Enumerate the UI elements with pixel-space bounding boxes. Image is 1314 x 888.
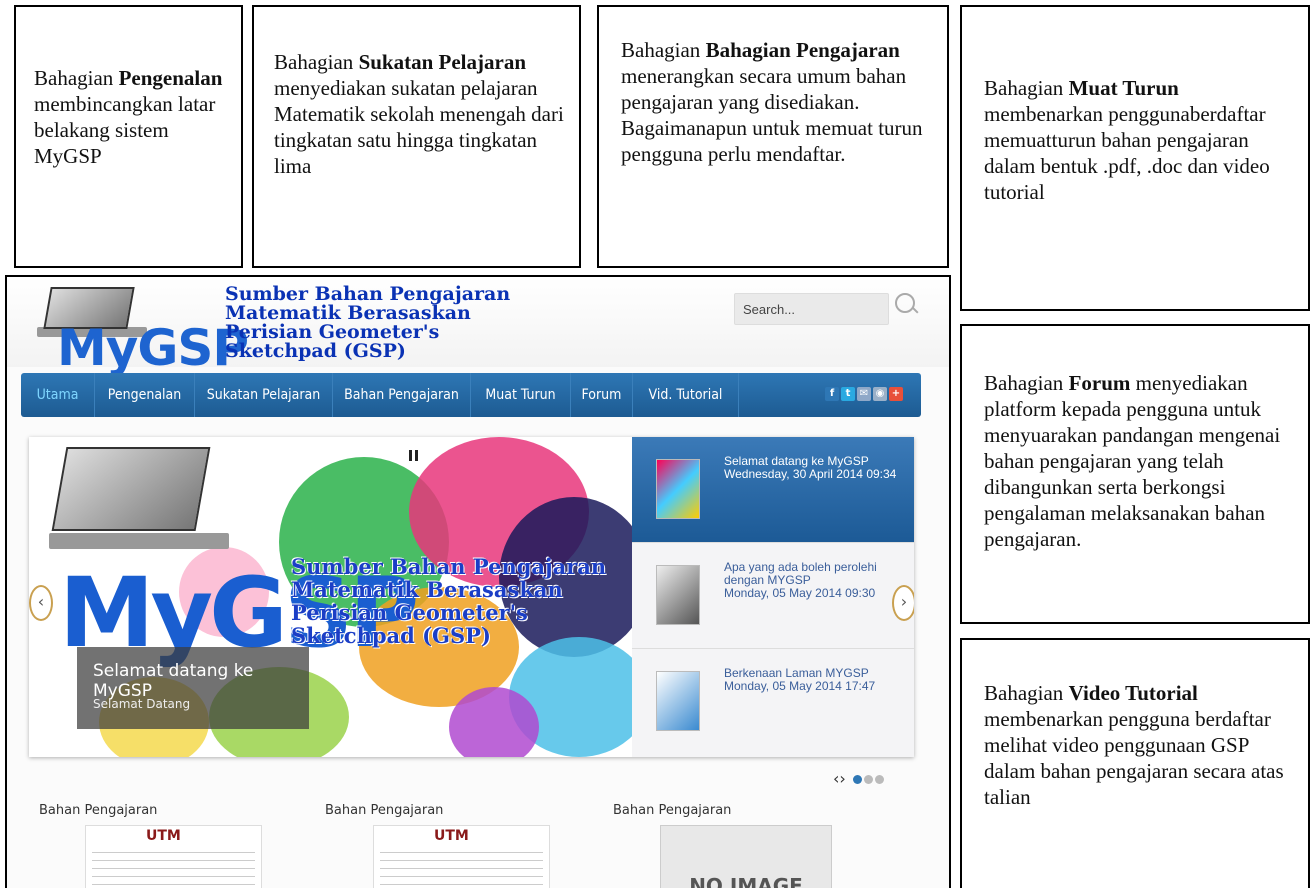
nav-muat-turun[interactable]: Muat Turun [471,373,571,417]
article-date: Monday, 05 May 2014 09:30 [724,586,876,600]
document-thumbnail[interactable]: UTM [85,825,262,888]
image-slider: MyGSP Sumber Bahan Pengajaran Matematik … [29,437,914,757]
slide-image: MyGSP Sumber Bahan Pengajaran Matematik … [29,437,632,757]
website-screenshot: MyGSP Sumber Bahan Pengajaran Matematik … [5,275,951,888]
googleplus-icon[interactable]: + [889,387,903,401]
article-thumbnail [656,459,700,519]
pause-icon[interactable] [409,450,418,461]
tagline-line: Sketchpad (GSP) [225,340,406,362]
slider-dot[interactable] [863,775,873,784]
email-icon[interactable]: ✉ [857,387,871,401]
box-pengenalan: Bahagian Pengenalan membincangkan latar … [14,5,243,268]
nav-sukatan-pelajaran[interactable]: Sukatan Pelajaran [195,373,333,417]
article-text: Selamat datang ke MyGSP Wednesday, 30 Ap… [724,455,910,481]
article-title: Apa yang ada boleh perolehi dengan MYGSP [724,560,877,587]
caption-title: Selamat datang ke MyGSP [93,661,254,701]
nav-utama[interactable]: Utama [21,373,95,417]
slide-tagline-line: Matematik Berasaskan [291,577,563,602]
document-thumbnail[interactable]: UTM [373,825,550,888]
article-text: Berkenaan Laman MYGSP Monday, 05 May 201… [724,667,910,693]
facebook-icon[interactable]: f [825,387,839,401]
nav-bahan-pengajaran[interactable]: Bahan Pengajaran [333,373,471,417]
slide-tagline: Sumber Bahan Pengajaran Matematik Berasa… [291,555,606,647]
no-image-placeholder[interactable]: NO IMAGE [660,825,832,888]
nav-forum[interactable]: Forum [571,373,633,417]
utm-logo: UTM [146,828,181,844]
slider-pagination: ‹› [833,769,884,788]
article-date: Wednesday, 30 April 2014 09:34 [724,467,897,481]
section-heading: Bahan Pengajaran [39,803,158,818]
utm-logo: UTM [434,828,469,844]
slide-laptop-image [51,447,211,531]
article-thumbnail [656,671,700,731]
chevron-right-icon[interactable]: › [839,769,845,788]
rss-icon[interactable]: ◉ [873,387,887,401]
slide-tagline-line: Sketchpad (GSP) [291,623,491,648]
list-item[interactable]: Apa yang ada boleh perolehi dengan MYGSP… [632,543,914,649]
slide-tagline-line: Sumber Bahan Pengajaran [291,554,607,579]
caption-subtitle: Selamat Datang [93,697,191,711]
slide-caption[interactable]: Selamat datang ke MyGSP Selamat Datang [77,647,309,729]
prev-arrow-icon[interactable]: ‹ [29,585,53,621]
article-list: Selamat datang ke MyGSP Wednesday, 30 Ap… [632,437,914,757]
box-forum: Bahagian Forum menyediakan platform kepa… [960,324,1310,624]
slider-dot[interactable] [852,775,862,784]
article-thumbnail [656,565,700,625]
twitter-icon[interactable]: t [841,387,855,401]
box-video-tutorial: Bahagian Video Tutorial membenarkan peng… [960,638,1310,888]
search-icon[interactable] [895,293,915,313]
section-heading: Bahan Pengajaran [613,803,732,818]
site-header: MyGSP Sumber Bahan Pengajaran Matematik … [7,277,949,373]
slide-laptop-base [49,533,229,549]
box-muat-turun: Bahagian Muat Turun membenarkan pengguna… [960,5,1310,311]
slider-dot[interactable] [874,775,884,784]
site-logo[interactable]: MyGSP [57,323,249,373]
article-text: Apa yang ada boleh perolehi dengan MYGSP… [724,561,910,600]
nav-vid-tutorial[interactable]: Vid. Tutorial [633,373,739,417]
slide-tagline-line: Perisian Geometer's [291,600,528,625]
article-date: Monday, 05 May 2014 17:47 [724,679,876,693]
next-arrow-icon[interactable]: › [892,585,914,621]
list-item[interactable]: Selamat datang ke MyGSP Wednesday, 30 Ap… [632,437,914,543]
list-item[interactable]: Berkenaan Laman MYGSP Monday, 05 May 201… [632,649,914,754]
box-bahan-pengajaran: Bahagian Bahagian Pengajaran menerangkan… [597,5,949,268]
site-tagline: Sumber Bahan Pengajaran Matematik Berasa… [225,285,510,361]
main-nav: Utama Pengenalan Sukatan Pelajaran Bahan… [21,373,921,417]
section-heading: Bahan Pengajaran [325,803,444,818]
nav-pengenalan[interactable]: Pengenalan [95,373,195,417]
search-input[interactable]: Search... [734,293,889,325]
box-sukatan: Bahagian Sukatan Pelajaran menyediakan s… [252,5,581,268]
